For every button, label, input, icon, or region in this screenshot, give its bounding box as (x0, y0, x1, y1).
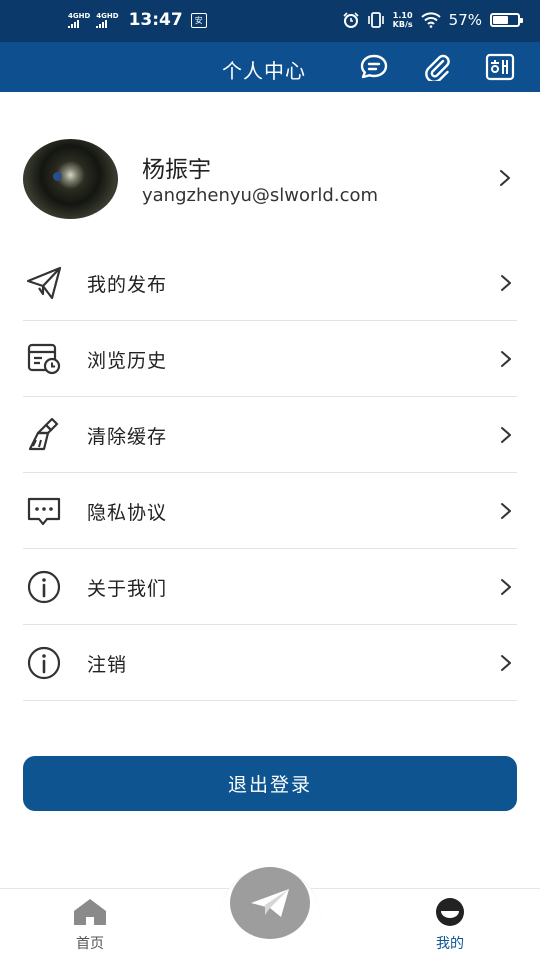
chevron-right-icon (501, 503, 511, 519)
nav-home-tab[interactable]: 首页 (60, 897, 120, 953)
home-icon (74, 899, 106, 925)
status-left: 4GHD 4GHD 13:47 安 (68, 10, 207, 30)
nav-mine-label: 我的 (436, 936, 464, 952)
signal-1: 4GHD (68, 12, 90, 28)
status-time: 13:47 (128, 10, 183, 30)
avatar-highlight (53, 172, 62, 181)
menu-item-privacy[interactable]: 隐私协议 (23, 473, 517, 549)
nav-home-label: 首页 (76, 936, 104, 952)
info-icon (27, 646, 61, 680)
signal-2: 4GHD (96, 12, 119, 28)
battery-icon (490, 13, 523, 27)
publish-fab[interactable] (230, 867, 310, 939)
menu-item-label: 关于我们 (87, 578, 168, 600)
menu-item-about[interactable]: 关于我们 (23, 549, 517, 625)
chevron-right-icon (500, 170, 510, 186)
logout-button[interactable]: 退出登录 (23, 756, 517, 811)
paper-plane-icon (26, 266, 62, 300)
chevron-right-icon (501, 351, 511, 367)
chevron-right-icon (501, 655, 511, 671)
paperclip-icon[interactable] (422, 53, 452, 81)
status-tag-icon: 安 (190, 12, 207, 28)
menu-item-label: 浏览历史 (87, 350, 168, 372)
nav-mine-tab[interactable]: 我的 (420, 897, 480, 953)
chevron-right-icon (501, 427, 511, 443)
menu-item-history[interactable]: 浏览历史 (23, 321, 517, 397)
net-speed: 1.10 KB/s (393, 11, 413, 29)
signal-bars-icon (68, 20, 79, 28)
chevron-right-icon (501, 579, 511, 595)
translate-icon[interactable] (485, 53, 515, 81)
avatar[interactable] (23, 139, 118, 219)
network-type-1: 4GHD (68, 12, 91, 20)
battery-percent: 57% (448, 11, 482, 29)
status-right: 1.10 KB/s 57% (343, 11, 523, 29)
chat-icon[interactable] (359, 53, 389, 81)
message-dots-icon (27, 497, 61, 526)
chevron-right-icon (501, 275, 511, 291)
menu-item-my-posts[interactable]: 我的发布 (23, 245, 517, 321)
menu-item-label: 隐私协议 (87, 502, 168, 524)
settings-menu: 我的发布 浏览历史 清除缓存 隐私协议 关于我们 注销 (23, 245, 517, 701)
page-title: 个人中心 (222, 59, 306, 83)
network-type-2: 4GHD (96, 12, 119, 20)
app-bar: 个人中心 (0, 42, 540, 92)
status-bar: 4GHD 4GHD 13:47 安 1.10 KB/s 57% (0, 0, 540, 42)
wifi-icon (420, 12, 441, 28)
vibrate-icon (367, 12, 384, 28)
broom-icon (28, 417, 59, 451)
battery-fill (493, 16, 508, 24)
paper-plane-icon (251, 889, 289, 917)
user-email: yangzhenyu@slworld.com (142, 185, 379, 206)
menu-item-clear-cache[interactable]: 清除缓存 (23, 397, 517, 473)
net-speed-unit: KB/s (392, 20, 413, 29)
net-speed-value: 1.10 (392, 11, 413, 20)
alarm-icon (343, 12, 359, 28)
user-name: 杨振宇 (142, 157, 211, 183)
signal-bars-icon (96, 20, 108, 28)
history-icon (27, 343, 61, 375)
profile-card[interactable]: 杨振宇 yangzhenyu@slworld.com (0, 130, 540, 228)
menu-item-deregister[interactable]: 注销 (23, 625, 517, 701)
profile-face-icon (436, 898, 464, 926)
info-icon (27, 570, 61, 604)
menu-item-label: 注销 (87, 654, 128, 676)
menu-item-label: 我的发布 (87, 274, 168, 296)
menu-item-label: 清除缓存 (87, 426, 168, 448)
